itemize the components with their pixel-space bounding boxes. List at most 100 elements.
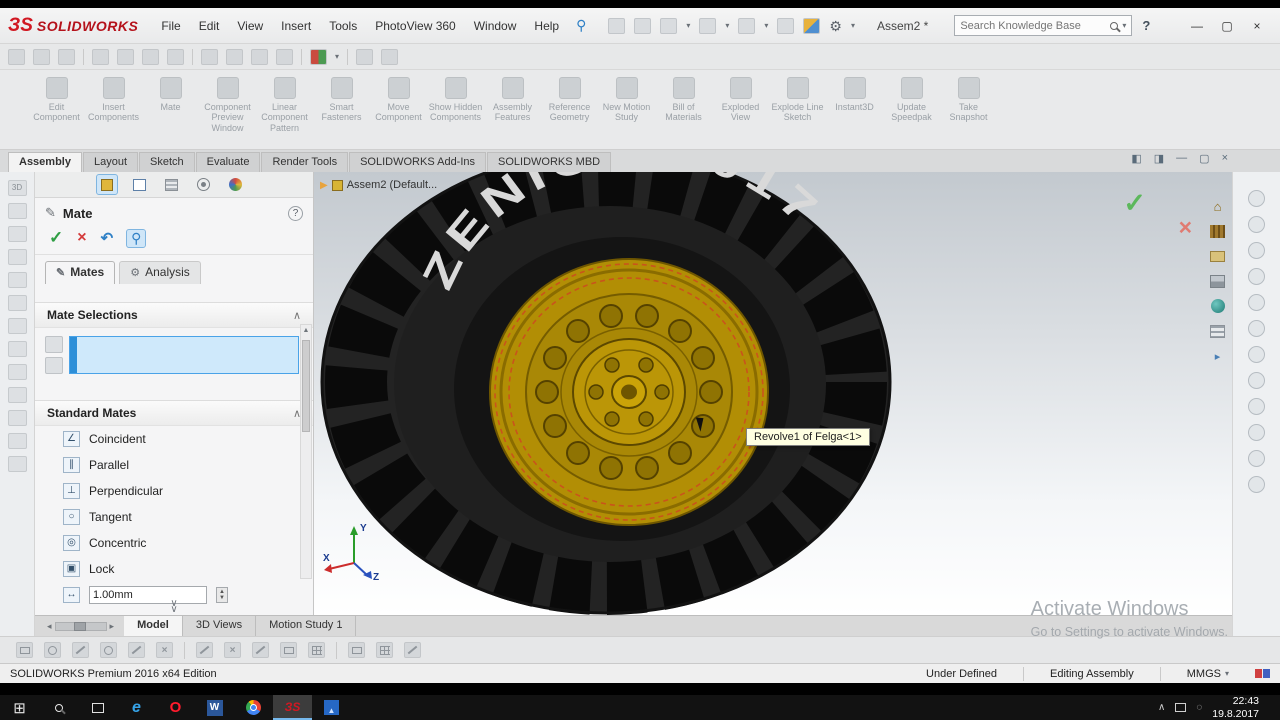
mate-option-coincident[interactable]: ∠ Coincident xyxy=(35,426,313,452)
right-toolbar-icon[interactable] xyxy=(1248,216,1265,233)
ribbon-button-component-preview[interactable]: Component Preview Window xyxy=(199,70,256,133)
tab-solidworks-addins[interactable]: SOLIDWORKS Add-Ins xyxy=(349,152,487,172)
left-toolbar-icon[interactable] xyxy=(7,456,27,472)
tray-icon[interactable]: ◌ xyxy=(1196,702,1202,713)
splitter-right-icon[interactable]: ▸ xyxy=(110,621,115,632)
toolbar-icon[interactable] xyxy=(381,48,399,65)
scrollbar-thumb[interactable] xyxy=(302,340,310,432)
doc-minimize-icon[interactable]: — xyxy=(1176,152,1187,165)
mate-option-parallel[interactable]: ∥ Parallel xyxy=(35,452,313,478)
ribbon-button-explode-line-sketch[interactable]: Explode Line Sketch xyxy=(769,70,826,123)
right-toolbar-icon[interactable] xyxy=(1248,268,1265,285)
save-dropdown-icon[interactable]: ▾ xyxy=(686,21,690,30)
splitter-left-icon[interactable]: ◂ xyxy=(47,621,52,632)
menu-view[interactable]: View xyxy=(228,14,272,38)
panel-help-icon[interactable]: ? xyxy=(288,205,303,221)
tab-motion-study-1[interactable]: Motion Study 1 xyxy=(256,616,357,636)
tab-dimxpertmanager[interactable] xyxy=(193,175,213,194)
menu-window[interactable]: Window xyxy=(465,14,526,38)
mate-option-tangent[interactable]: ○ Tangent xyxy=(35,504,313,530)
tab-displaymanager[interactable] xyxy=(225,175,245,194)
tab-model[interactable]: Model xyxy=(124,616,183,636)
standard-mates-header[interactable]: Standard Mates ∧ xyxy=(35,400,313,426)
tray-expand-icon[interactable]: ∧ xyxy=(1158,702,1165,713)
panel-scrollbar[interactable]: ▲ xyxy=(300,324,312,579)
right-toolbar-icon[interactable] xyxy=(1248,476,1265,493)
convert-entities-icon[interactable]: × xyxy=(224,642,241,658)
ribbon-button-mate[interactable]: Mate xyxy=(142,70,199,112)
taskbar-clock[interactable]: 22:43 19.8.2017 xyxy=(1212,695,1259,720)
resources-home-icon[interactable]: ⌂ xyxy=(1208,197,1227,215)
left-toolbar-icon[interactable] xyxy=(7,203,27,219)
cancel-button[interactable]: × xyxy=(77,229,86,247)
line-tool-icon[interactable] xyxy=(72,642,89,658)
menu-tools[interactable]: Tools xyxy=(320,14,366,38)
tab-analysis[interactable]: ⚙ Analysis xyxy=(119,261,201,284)
confirm-ok-icon[interactable]: ✓ xyxy=(1123,188,1146,219)
mate-selections-header[interactable]: Mate Selections ∧ xyxy=(35,302,313,328)
ribbon-button-update-speedpak[interactable]: Update Speedpak xyxy=(883,70,940,123)
doc-restore-icon[interactable]: ▢ xyxy=(1199,152,1209,165)
menu-file[interactable]: File xyxy=(152,14,189,38)
tab-layout[interactable]: Layout xyxy=(82,152,139,172)
ribbon-button-smart-fasteners[interactable]: Smart Fasteners xyxy=(313,70,370,123)
ribbon-button-take-snapshot[interactable]: Take Snapshot xyxy=(940,70,997,123)
search-icon[interactable] xyxy=(1110,21,1119,30)
toolbar-icon[interactable] xyxy=(8,48,25,65)
toolbar-dropdown-icon[interactable]: ▾ xyxy=(335,52,339,61)
multiple-mate-mode-icon[interactable] xyxy=(45,357,63,374)
undo-button[interactable]: ↶ xyxy=(101,229,114,247)
tab-propertymanager[interactable] xyxy=(129,175,149,194)
right-toolbar-icon[interactable] xyxy=(1248,294,1265,311)
maximize-button[interactable]: ▢ xyxy=(1212,15,1242,37)
right-toolbar-icon[interactable] xyxy=(1248,372,1265,389)
design-library-icon[interactable] xyxy=(1208,222,1227,240)
open-document-icon[interactable] xyxy=(634,17,652,34)
solidworks-taskbar-button[interactable]: ЗS xyxy=(273,695,312,720)
ok-button[interactable]: ✓ xyxy=(49,228,63,248)
search-dropdown-icon[interactable]: ▾ xyxy=(1122,21,1126,30)
left-toolbar-icon[interactable] xyxy=(7,433,27,449)
ribbon-button-insert-components[interactable]: Insert Components xyxy=(85,70,142,123)
splitter-handle[interactable] xyxy=(73,621,86,631)
panel-expand-chevron[interactable]: ∨ ∨ xyxy=(170,599,177,615)
status-icon[interactable] xyxy=(1255,669,1270,678)
photos-taskbar-button[interactable]: ▲ xyxy=(312,695,351,720)
right-toolbar-icon[interactable] xyxy=(1248,190,1265,207)
relations-tool-icon[interactable] xyxy=(404,642,421,658)
collapse-icon[interactable]: ∧ xyxy=(293,309,301,322)
menu-photoview[interactable]: PhotoView 360 xyxy=(366,14,465,38)
assembly-visualization-icon[interactable] xyxy=(310,48,327,65)
trim-tool-icon[interactable] xyxy=(196,642,213,658)
toolbar-icon[interactable] xyxy=(276,48,293,65)
taskbar-search-button[interactable] xyxy=(39,695,78,720)
menu-help[interactable]: Help xyxy=(525,14,568,38)
ribbon-button-linear-pattern[interactable]: Linear Component Pattern xyxy=(256,70,313,133)
undo-icon[interactable] xyxy=(738,17,756,34)
left-toolbar-icon[interactable] xyxy=(7,410,27,426)
tab-mates[interactable]: ✎ Mates xyxy=(45,261,116,284)
ribbon-button-assembly-features[interactable]: Assembly Features xyxy=(484,70,541,123)
minimize-button[interactable]: — xyxy=(1182,15,1212,37)
ribbon-button-bill-of-materials[interactable]: Bill of Materials xyxy=(655,70,712,123)
new-document-icon[interactable] xyxy=(608,17,626,34)
mate-option-lock[interactable]: ▣ Lock xyxy=(35,556,313,582)
distance-spinner[interactable]: ▲ ▼ xyxy=(216,587,228,603)
tab-3d-views[interactable]: 3D Views xyxy=(182,616,257,636)
tab-evaluate[interactable]: Evaluate xyxy=(195,152,261,172)
confirm-cancel-icon[interactable]: × xyxy=(1179,214,1192,241)
task-pane-expand-icon[interactable]: ▸ xyxy=(1208,347,1227,365)
tab-featuremanager[interactable] xyxy=(96,174,118,195)
pane-left-icon[interactable]: ◧ xyxy=(1131,152,1141,165)
undo-dropdown-icon[interactable]: ▾ xyxy=(764,21,768,30)
save-icon[interactable] xyxy=(660,17,678,34)
menubar-pin-icon[interactable]: ⚲ xyxy=(568,17,594,34)
left-toolbar-icon[interactable] xyxy=(7,364,27,380)
splitter-control[interactable]: ◂ ▸ xyxy=(47,616,114,636)
print-icon[interactable] xyxy=(699,17,717,34)
pattern-tool-icon[interactable] xyxy=(308,642,325,658)
breadcrumb[interactable]: ▶ Assem2 (Default... xyxy=(320,179,437,191)
task-view-button[interactable] xyxy=(78,695,117,720)
right-toolbar-icon[interactable] xyxy=(1248,424,1265,441)
breadcrumb-text[interactable]: Assem2 (Default... xyxy=(347,179,437,191)
